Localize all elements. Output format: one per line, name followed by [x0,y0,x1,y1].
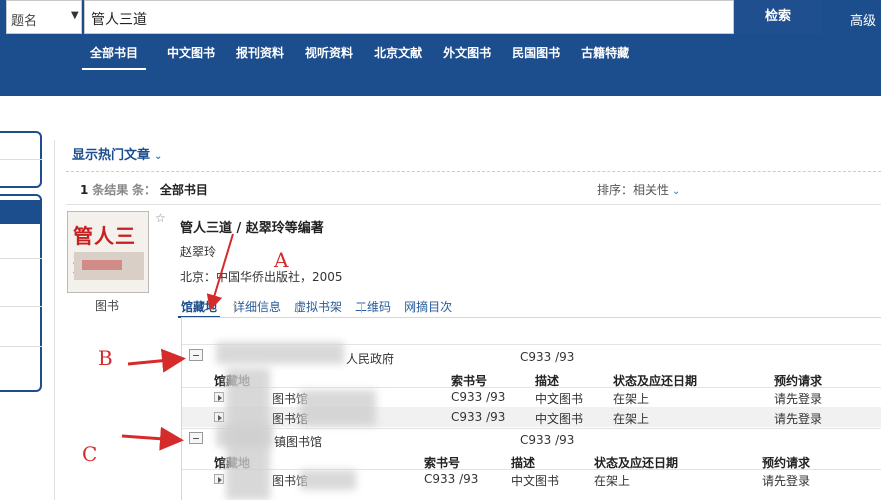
record-publication: 北京：中国华侨出版社，2005 [180,270,343,284]
search-input[interactable]: 管人三道 ✕ [84,0,807,34]
tab-ancient-books[interactable]: 古籍特藏 [581,44,629,70]
dropdown-arrow-icon: ▼ [71,10,79,21]
item-status: 在架上 [613,392,650,406]
tab-foreign-books[interactable]: 外文图书 [443,44,491,70]
advanced-search-link[interactable]: 高级 [850,10,876,29]
chevron-down-icon: ⌄ [154,151,163,162]
redaction [226,368,270,500]
tab-holdings[interactable]: 馆藏地 [178,298,221,318]
item-request[interactable]: 请先登录 [762,472,810,489]
hot-articles-label: 显示热门文章 [72,148,151,163]
expand-icon[interactable] [214,392,224,402]
tab-republic-books[interactable]: 民国图书 [512,44,560,70]
redaction [300,470,356,490]
item-call-number: C933 /93 [451,390,506,404]
sort-select[interactable]: 排序：相关性 ⌄ [597,181,680,198]
item-status: 在架上 [594,474,631,488]
group-call-number: C933 /93 [520,433,575,447]
annotation-a: A [274,248,289,272]
annotation-b: B [98,346,113,370]
book-cover[interactable]: 管人三道 [67,211,149,293]
catalog-tabs: 全部书目 中文图书 报刊资料 视听资料 北京文献 外文图书 民国图书 古籍特藏 [82,44,650,70]
result-count: 1 条结果 条： 全部书目 [80,181,208,198]
library-name: 人民政府 [346,352,395,366]
search-input-value: 管人三道 [91,12,147,28]
top-header: 题名 ▼ 管人三道 ✕ 检索 高级 全部书目 中文图书 报刊资料 视听资料 北京… [0,0,881,96]
sort-label: 排序：相关性 [597,183,670,197]
item-call-number: C933 /93 [451,410,506,424]
search-button[interactable]: 检索 [734,0,822,34]
tab-virtual-shelf[interactable]: 虚拟书架 [294,298,342,318]
tab-periodicals[interactable]: 报刊资料 [236,44,284,70]
result-scope-value: 全部书目 [159,183,208,197]
divider [66,171,881,172]
search-bar: 题名 ▼ 管人三道 ✕ 检索 高级 [0,0,881,34]
result-scope-label: 条： [132,183,157,197]
facet-panel[interactable] [0,194,42,392]
facet-header-bar [0,200,42,224]
item-description: 中文图书 [511,474,560,488]
record-tabs: 馆藏地 详细信息 虚拟书架 二维码 网摘目次 [178,298,465,318]
tab-chinese-books[interactable]: 中文图书 [167,44,215,70]
facet-panel-top[interactable] [0,131,42,188]
search-field-select[interactable]: 题名 ▼ [6,0,82,34]
hot-articles-toggle[interactable]: 显示热门文章 ⌄ [72,144,162,163]
collapse-icon[interactable] [189,432,203,444]
item-status: 在架上 [613,412,650,426]
star-icon[interactable]: ☆ [155,211,166,225]
item-call-number: C933 /93 [424,472,479,486]
expand-icon[interactable] [214,412,224,422]
annotation-c: C [82,442,98,466]
record-author: 赵翠玲 [180,245,217,259]
chevron-down-icon: ⌄ [672,186,681,197]
item-request[interactable]: 请先登录 [774,390,822,407]
search-field-value: 题名 [11,14,38,29]
item-request[interactable]: 请先登录 [774,410,822,427]
tab-details[interactable]: 详细信息 [233,298,281,318]
tab-all[interactable]: 全部书目 [82,44,147,70]
tab-contents[interactable]: 网摘目次 [404,298,452,318]
collapse-icon[interactable] [189,349,203,361]
redaction [300,390,376,426]
format-label: 图书 [95,299,120,313]
expand-icon[interactable] [214,474,224,484]
group-call-number: C933 /93 [520,350,575,364]
record-title[interactable]: 管人三道 / 赵翠玲等编著 [180,217,324,236]
tab-beijing-docs[interactable]: 北京文献 [374,44,422,70]
result-count-suffix: 条结果 [92,183,129,197]
item-description: 中文图书 [535,412,584,426]
column-divider [54,140,55,500]
divider [66,204,881,205]
tab-audiovisual[interactable]: 视听资料 [305,44,353,70]
result-count-number: 1 [80,183,89,197]
library-name: 镇图书馆 [274,435,323,449]
item-description: 中文图书 [535,392,584,406]
